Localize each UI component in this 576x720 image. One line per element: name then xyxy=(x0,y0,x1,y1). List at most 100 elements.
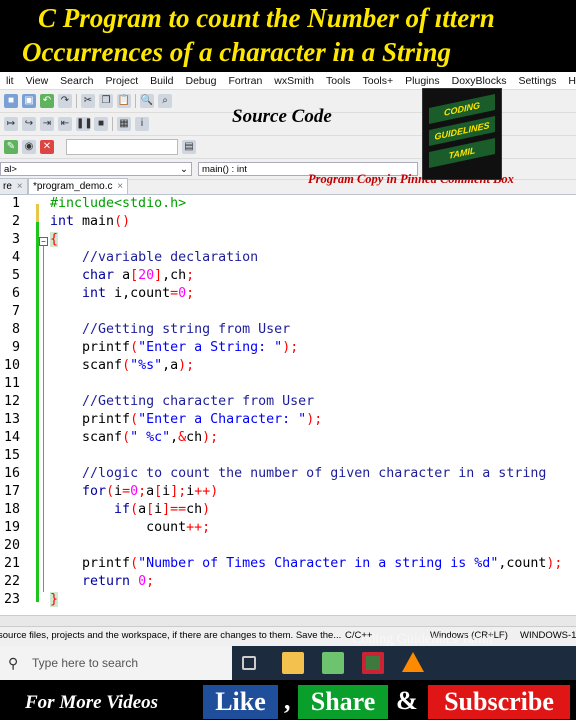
like-button[interactable]: Like xyxy=(203,685,278,719)
debug-next-icon[interactable]: ↪ xyxy=(22,117,36,131)
debug-step-icon[interactable]: ↦ xyxy=(4,117,18,131)
save-all-icon[interactable]: ▣ xyxy=(22,94,36,108)
line-number: 20 xyxy=(3,538,20,553)
clear-icon[interactable]: ✕ xyxy=(40,140,54,154)
info-icon[interactable]: i xyxy=(135,117,149,131)
code-line-2: 2 int main() xyxy=(0,213,576,231)
copy-icon[interactable]: ❐ xyxy=(99,94,113,108)
code-line-18: 18 if(a[i]==ch) xyxy=(0,501,576,519)
windows-taskbar: ⚲ Type here to search xyxy=(0,646,576,680)
code-text: int main() xyxy=(50,214,131,229)
menu-help[interactable]: Help xyxy=(562,75,576,87)
status-message: source files, projects and the workspace… xyxy=(0,630,342,641)
debug-step-out-icon[interactable]: ⇤ xyxy=(58,117,72,131)
code-line-14: 14 scanf(" %c",&ch); xyxy=(0,429,576,447)
bookmark-combo[interactable] xyxy=(66,139,178,155)
code-text: //logic to count the number of given cha… xyxy=(82,466,547,481)
file-explorer-icon[interactable] xyxy=(282,652,304,674)
code-line-10: 10 scanf("%s",a); xyxy=(0,357,576,375)
banner-title-line1: C Program to count the Number of ıttern xyxy=(38,3,495,33)
menu-edit[interactable]: lit xyxy=(0,75,20,87)
close-icon[interactable]: × xyxy=(117,181,123,192)
menu-settings[interactable]: Settings xyxy=(512,75,562,87)
taskbar-search-box[interactable]: ⚲ Type here to search xyxy=(0,646,232,680)
paste-icon[interactable]: 📋 xyxy=(117,94,131,108)
horizontal-scrollbar[interactable] xyxy=(0,615,576,626)
tab-previous-file[interactable]: re × xyxy=(0,178,28,194)
code-editor[interactable]: − 1 #include<stdio.h> 2 int main() 3{ 4 //… xyxy=(0,195,576,615)
code-text: if(a[i]==ch) xyxy=(114,502,211,517)
undo-icon[interactable]: ↶ xyxy=(40,94,54,108)
menu-tools[interactable]: Tools xyxy=(320,75,357,87)
code-text: int i,count=0; xyxy=(82,286,195,301)
find-icon[interactable]: 🔍 xyxy=(140,94,154,108)
code-line-23: 23} xyxy=(0,591,576,609)
code-text: printf("Number of Times Character in a s… xyxy=(50,556,563,571)
code-text: } xyxy=(50,592,59,607)
code-line-17: 17 for(i=0;a[i];i++) xyxy=(0,483,576,501)
cut-icon[interactable]: ✂ xyxy=(81,94,95,108)
share-button[interactable]: Share xyxy=(298,685,388,719)
vlc-app-icon[interactable] xyxy=(402,652,424,672)
search-placeholder: Type here to search xyxy=(32,656,139,670)
subscribe-button[interactable]: Subscribe xyxy=(428,685,570,719)
save-icon[interactable]: ■ xyxy=(4,94,18,108)
code-text: printf("Enter a String: "); xyxy=(50,340,299,355)
code-text: { xyxy=(50,232,59,247)
line-number: 8 xyxy=(11,322,20,337)
photos-app-icon[interactable] xyxy=(322,652,344,674)
code-line-20: 20 xyxy=(0,537,576,555)
code-line-21: 21 printf("Number of Times Character in … xyxy=(0,555,576,573)
menu-search[interactable]: Search xyxy=(54,75,99,87)
menu-debug[interactable]: Debug xyxy=(180,75,223,87)
code-line-16: 16 //logic to count the number of given … xyxy=(0,465,576,483)
code-line-12: 12 //Getting character from User xyxy=(0,393,576,411)
line-number: 17 xyxy=(3,484,20,499)
menu-view[interactable]: View xyxy=(20,75,55,87)
menu-fortran[interactable]: Fortran xyxy=(222,75,268,87)
scope-dropdown[interactable]: al> ⌄ xyxy=(0,162,192,176)
replace-icon[interactable]: ⌕ xyxy=(158,94,172,108)
line-number: 12 xyxy=(3,394,20,409)
ampersand-separator: & xyxy=(396,686,418,715)
close-icon[interactable]: × xyxy=(17,181,23,192)
banner-title-line2: Occurrences of a character in a String xyxy=(22,37,452,67)
more-videos-text: For More Videos xyxy=(25,692,159,713)
line-number: 11 xyxy=(3,376,20,391)
line-number: 13 xyxy=(3,412,20,427)
line-number: 23 xyxy=(3,592,20,607)
menu-plugins[interactable]: Plugins xyxy=(399,75,445,87)
tab-label: *program_demo.c xyxy=(33,181,113,192)
stop-icon[interactable]: ■ xyxy=(94,117,108,131)
code-line-3: 3{ xyxy=(0,231,576,249)
debug-step-in-icon[interactable]: ⇥ xyxy=(40,117,54,131)
debug-window-icon[interactable]: ▦ xyxy=(117,117,131,131)
menu-build[interactable]: Build xyxy=(144,75,179,87)
code-line-9: 9 printf("Enter a String: "); xyxy=(0,339,576,357)
tab-program-demo[interactable]: *program_demo.c × xyxy=(28,178,129,194)
menu-tools-plus[interactable]: Tools+ xyxy=(357,75,400,87)
line-number: 9 xyxy=(11,340,20,355)
menu-doxyblocks[interactable]: DoxyBlocks xyxy=(446,75,513,87)
eye-icon[interactable]: ◉ xyxy=(22,140,36,154)
pause-icon[interactable]: ❚❚ xyxy=(76,117,93,131)
code-text: printf("Enter a Character: "); xyxy=(50,412,323,427)
code-line-4: 4 //variable declaration xyxy=(0,249,576,267)
menu-wxsmith[interactable]: wxSmith xyxy=(268,75,320,87)
channel-logo: CODING GUIDELINES TAMIL xyxy=(422,88,502,180)
menu-project[interactable]: Project xyxy=(99,75,144,87)
code-text: #include<stdio.h> xyxy=(50,196,187,211)
function-value: main() : int xyxy=(202,163,247,175)
codeblocks-app-icon[interactable] xyxy=(362,652,384,674)
toolbar-separator xyxy=(76,94,77,108)
code-line-6: 6 int i,count=0; xyxy=(0,285,576,303)
doc-icon[interactable]: ▤ xyxy=(182,140,196,154)
redo-icon[interactable]: ↷ xyxy=(58,94,72,108)
line-number: 19 xyxy=(3,520,20,535)
task-view-icon[interactable] xyxy=(242,656,256,670)
code-line-13: 13 printf("Enter a Character: "); xyxy=(0,411,576,429)
scope-value: al> xyxy=(4,163,17,175)
channel-watermark: Coding Guidelines Tamil xyxy=(352,632,494,647)
line-number: 21 xyxy=(3,556,20,571)
bookmark-icon[interactable]: ✎ xyxy=(4,140,18,154)
